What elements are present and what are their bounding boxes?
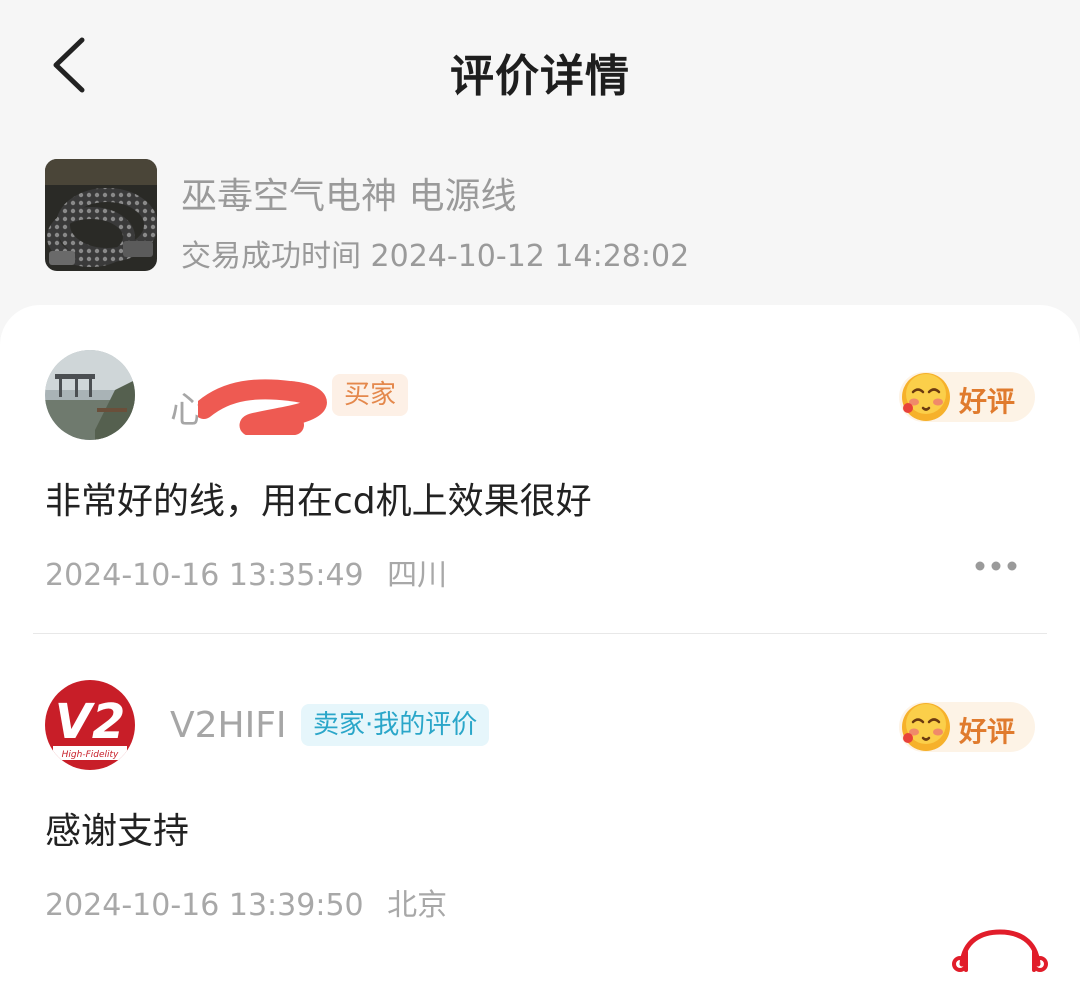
product-name: 巫毒空气电神 电源线 <box>181 176 517 217</box>
rating-badge: 好评 <box>899 702 1035 752</box>
review-location: 四川 <box>387 558 448 593</box>
seller-tag: 卖家·我的评价 <box>301 704 490 746</box>
username[interactable]: V2HIFI <box>170 705 287 746</box>
review-content: 非常好的线，用在cd机上效果很好 <box>45 481 592 522</box>
more-options-button[interactable] <box>972 556 1020 576</box>
rating-label: 好评 <box>959 385 1016 418</box>
blush-face-icon <box>902 703 950 751</box>
page-title: 评价详情 <box>450 51 630 102</box>
buyer-tag: 买家 <box>332 374 409 416</box>
avatar-logo-text: V2 <box>55 694 126 750</box>
rating-label: 好评 <box>959 715 1016 748</box>
redaction-scribble <box>198 379 327 435</box>
brand-logo <box>950 928 1050 976</box>
review-item: 心 买家 好评 非常好的线，用在cd机上效果很好 2024-10-16 13:3… <box>0 305 1080 605</box>
product-summary[interactable]: 巫毒空气电神 电源线 交易成功时间 2024-10-12 14:28:02 <box>45 159 1045 274</box>
review-time: 2024-10-16 13:35:49 <box>45 558 364 593</box>
rating-badge: 好评 <box>899 372 1035 422</box>
avatar-subtext: High-Fidelity <box>62 750 119 760</box>
review-content: 感谢支持 <box>45 811 190 852</box>
review-meta: 2024-10-16 13:39:50 北京 <box>45 880 447 924</box>
avatar[interactable]: High-Fidelity V2 <box>45 680 135 770</box>
review-meta: 2024-10-16 13:35:49 四川 <box>45 550 447 594</box>
trade-time: 交易成功时间 2024-10-12 14:28:02 <box>181 239 690 274</box>
headphones-logo-icon <box>952 929 1048 972</box>
avatar[interactable] <box>45 350 135 440</box>
blush-face-icon <box>902 373 950 421</box>
header: 评价详情 <box>0 0 1080 140</box>
product-thumbnail <box>45 159 157 271</box>
divider <box>33 633 1047 634</box>
review-location: 北京 <box>387 888 448 923</box>
more-dots-icon <box>975 561 1017 571</box>
review-time: 2024-10-16 13:39:50 <box>45 888 364 923</box>
review-item: High-Fidelity V2 V2HIFI 卖家·我的评价 好评 感谢支持 … <box>0 635 1080 935</box>
